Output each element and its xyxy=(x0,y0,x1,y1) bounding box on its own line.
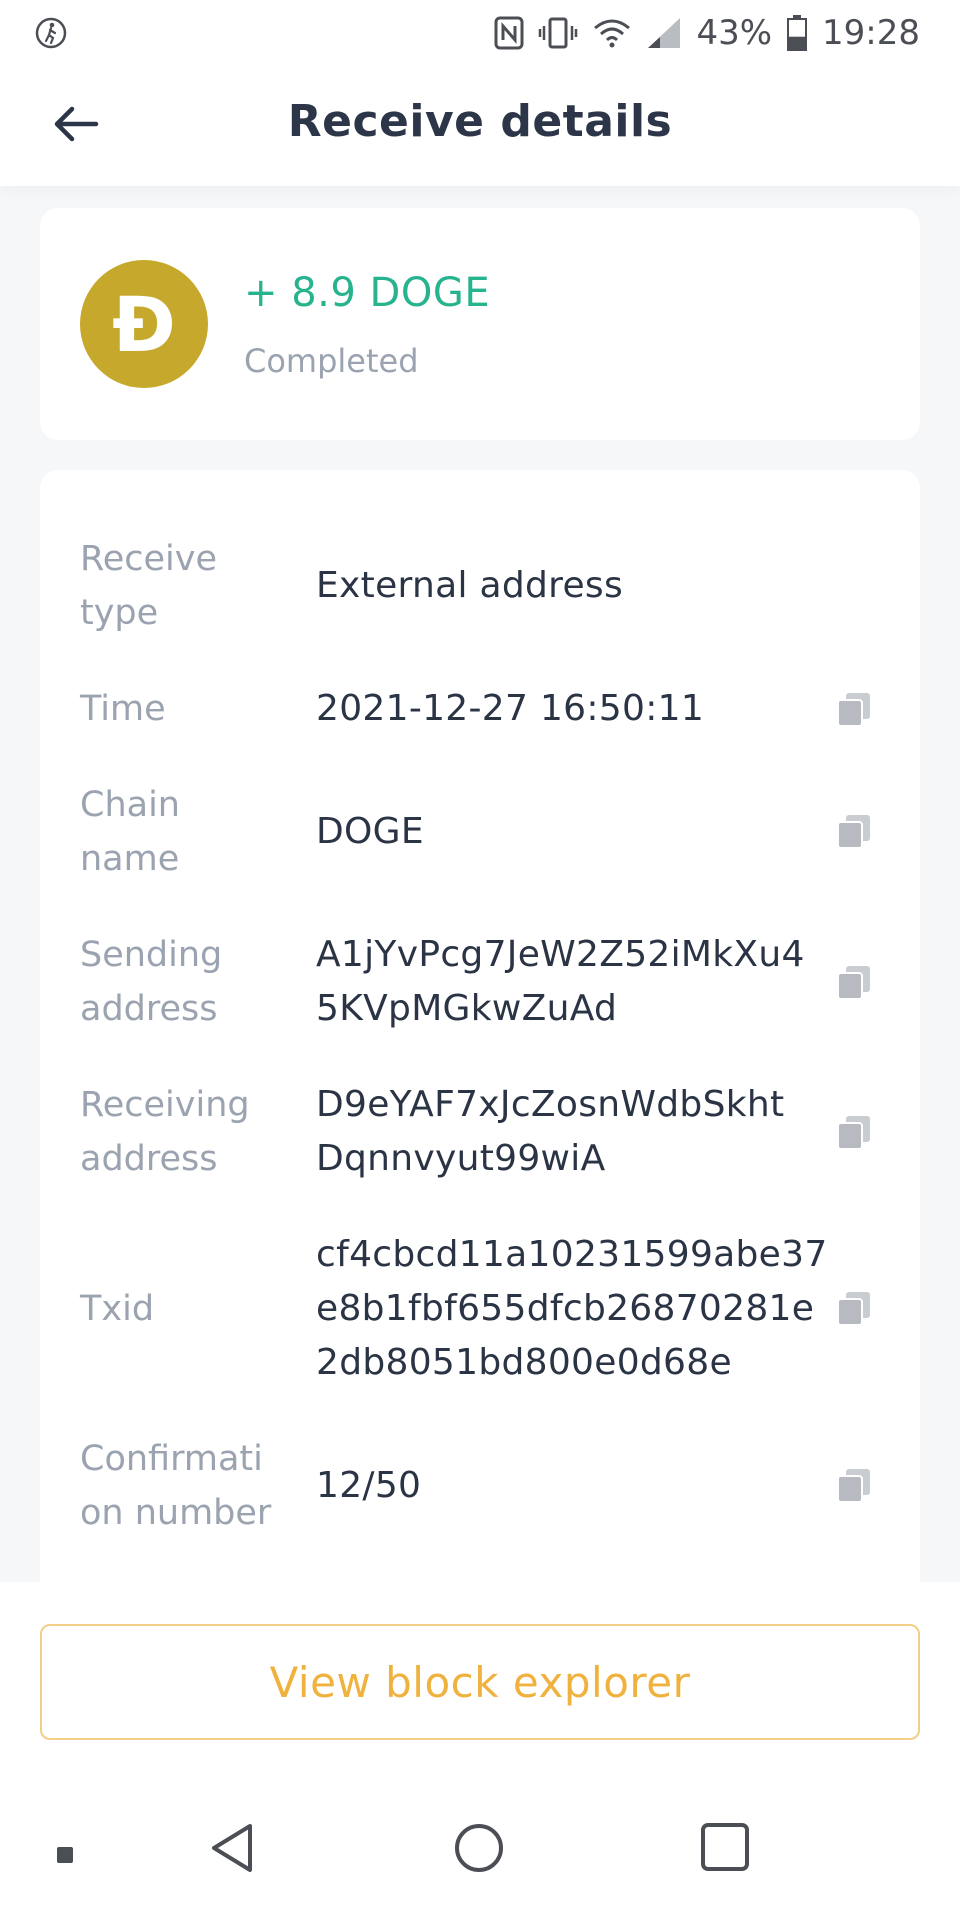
cellular-signal-icon xyxy=(646,16,682,50)
detail-label: Receiving address xyxy=(80,1078,280,1186)
transaction-status: Completed xyxy=(244,342,419,380)
copy-icon[interactable] xyxy=(834,689,874,729)
copy-icon[interactable] xyxy=(834,1112,874,1152)
detail-value: 12/50 xyxy=(316,1465,422,1506)
copy-icon[interactable] xyxy=(834,811,874,851)
square-recents-icon xyxy=(700,1822,750,1876)
value-line: cf4cbcd11a10231599abe37 xyxy=(316,1234,828,1275)
square-dot-icon xyxy=(56,1846,74,1868)
value-line: Dqnnvyut99wiA xyxy=(316,1138,606,1179)
bottom-action-area: View block explorer xyxy=(0,1582,960,1920)
detail-value: DOGE xyxy=(316,811,424,852)
label-line: address xyxy=(80,1139,218,1179)
value-line: e8b1fbf655dfcb26870281e xyxy=(316,1288,815,1329)
detail-label: Txid xyxy=(80,1282,280,1336)
clock-time: 19:28 xyxy=(822,13,920,53)
label-line: Txid xyxy=(80,1289,155,1329)
detail-value: External address xyxy=(316,565,624,606)
copy-icon[interactable] xyxy=(834,1288,874,1328)
vibrate-icon xyxy=(538,16,578,50)
label-line: Confirmati xyxy=(80,1439,263,1479)
detail-value: cf4cbcd11a10231599abe37 e8b1fbf655dfcb26… xyxy=(316,1228,856,1390)
nav-back-button[interactable] xyxy=(208,1822,256,1878)
detail-label: Receive type xyxy=(80,532,280,640)
transaction-details-card: Receive type External address Time 2021-… xyxy=(40,470,920,1590)
amount-received: + 8.9 DOGE xyxy=(244,270,491,316)
nfc-icon xyxy=(494,16,524,50)
label-line: Sending xyxy=(80,935,223,975)
label-line: Receiving xyxy=(80,1085,250,1125)
value-line: A1jYvPcg7JeW2Z52iMkXu4 xyxy=(316,934,805,975)
label-line: Time xyxy=(80,689,166,729)
label-line: address xyxy=(80,989,218,1029)
page-title: Receive details xyxy=(287,96,673,147)
detail-label: Confirmati on number xyxy=(80,1432,280,1540)
copy-icon[interactable] xyxy=(834,1465,874,1505)
label-line: name xyxy=(80,839,180,879)
detail-label: Time xyxy=(80,682,280,736)
nav-home-button[interactable] xyxy=(453,1822,505,1878)
detail-value: 2021-12-27 16:50:11 xyxy=(316,688,705,729)
triangle-back-icon xyxy=(208,1822,256,1878)
label-line: Receive xyxy=(80,539,218,579)
detail-value: A1jYvPcg7JeW2Z52iMkXu4 5KVpMGkwZuAd xyxy=(316,928,856,1036)
label-line: on number xyxy=(80,1493,272,1533)
battery-percent: 43% xyxy=(696,13,773,53)
battery-icon xyxy=(786,15,808,51)
app-header: Receive details xyxy=(0,66,960,186)
value-line: 5KVpMGkwZuAd xyxy=(316,988,618,1029)
transaction-summary-card: Ð + 8.9 DOGE Completed xyxy=(40,208,920,440)
detail-value: D9eYAF7xJcZosnWdbSkht Dqnnvyut99wiA xyxy=(316,1078,856,1186)
doge-coin-icon: Ð xyxy=(80,260,208,388)
circle-home-icon xyxy=(453,1822,505,1878)
label-line: Chain xyxy=(80,785,180,825)
copy-icon[interactable] xyxy=(834,962,874,1002)
label-line: type xyxy=(80,593,159,633)
view-block-explorer-button[interactable]: View block explorer xyxy=(40,1624,920,1740)
walking-person-icon xyxy=(34,16,68,50)
wifi-icon xyxy=(592,16,632,50)
detail-label: Sending address xyxy=(80,928,280,1036)
value-line: 2db8051bd800e0d68e xyxy=(316,1342,732,1383)
menu-dot-button[interactable] xyxy=(56,1846,74,1868)
nav-recents-button[interactable] xyxy=(700,1822,750,1876)
system-navigation-bar xyxy=(0,1786,960,1920)
value-line: D9eYAF7xJcZosnWdbSkht xyxy=(316,1084,785,1125)
detail-label: Chain name xyxy=(80,778,280,886)
status-bar: 43% 19:28 xyxy=(0,0,960,66)
